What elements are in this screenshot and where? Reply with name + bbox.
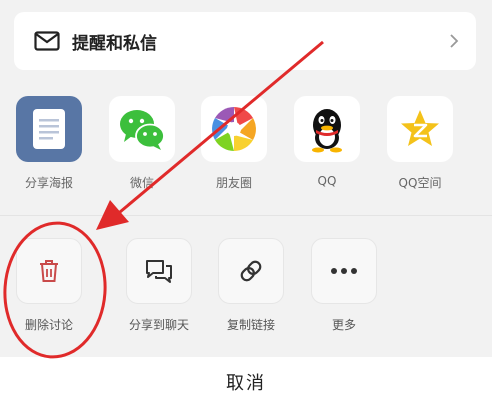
share-targets-row: 分享海报 微信 朋友圈 QQ QQ空间 [0, 96, 492, 196]
cancel-button[interactable]: 取消 [0, 357, 492, 407]
delete-discussion-button[interactable] [16, 238, 82, 304]
action-item-more[interactable]: 更多 [299, 238, 389, 333]
share-item-qq[interactable]: QQ [287, 96, 367, 188]
action-item-copy-link[interactable]: 复制链接 [206, 238, 296, 333]
share-item-qzone[interactable]: QQ空间 [380, 96, 460, 191]
share-wechat-tile[interactable] [109, 96, 175, 162]
chevron-right-icon [450, 34, 459, 48]
share-poster-label: 分享海报 [24, 176, 73, 190]
actions-row: 删除讨论 分享到聊天 复制链接 更多 [0, 238, 492, 338]
copy-link-button[interactable] [218, 238, 284, 304]
action-item-share-chat[interactable]: 分享到聊天 [114, 238, 204, 333]
share-qq-tile[interactable] [294, 96, 360, 162]
share-moments-label: 朋友圈 [215, 176, 252, 190]
more-icon [331, 268, 357, 274]
delete-discussion-label: 删除讨论 [24, 318, 73, 332]
qzone-icon [401, 110, 439, 146]
share-qzone-tile[interactable] [387, 96, 453, 162]
poster-icon [33, 109, 65, 149]
qq-icon [312, 109, 342, 153]
share-poster-tile[interactable] [16, 96, 82, 162]
wechat-icon [120, 110, 165, 150]
share-qq-label: QQ [317, 174, 337, 188]
more-label: 更多 [331, 318, 356, 332]
share-wechat-label: 微信 [129, 176, 154, 190]
notifications-messages-row[interactable]: 提醒和私信 [14, 12, 476, 70]
link-icon [240, 260, 262, 282]
cancel-label: 取消 [226, 373, 266, 394]
share-qzone-label: QQ空间 [398, 176, 442, 190]
moments-icon [212, 107, 256, 151]
share-to-chat-button[interactable] [126, 238, 192, 304]
section-divider [0, 215, 492, 216]
share-item-wechat[interactable]: 微信 [102, 96, 182, 191]
more-button[interactable] [311, 238, 377, 304]
mail-icon [34, 31, 60, 51]
notifications-messages-label: 提醒和私信 [72, 33, 157, 54]
copy-link-label: 复制链接 [226, 318, 275, 332]
share-item-poster[interactable]: 分享海报 [9, 96, 89, 191]
share-to-chat-label: 分享到聊天 [128, 318, 189, 332]
share-moments-tile[interactable] [201, 96, 267, 162]
chat-bubbles-icon [146, 260, 172, 283]
share-item-moments[interactable]: 朋友圈 [194, 96, 274, 191]
trash-icon [40, 260, 58, 282]
action-item-delete[interactable]: 删除讨论 [4, 238, 94, 333]
